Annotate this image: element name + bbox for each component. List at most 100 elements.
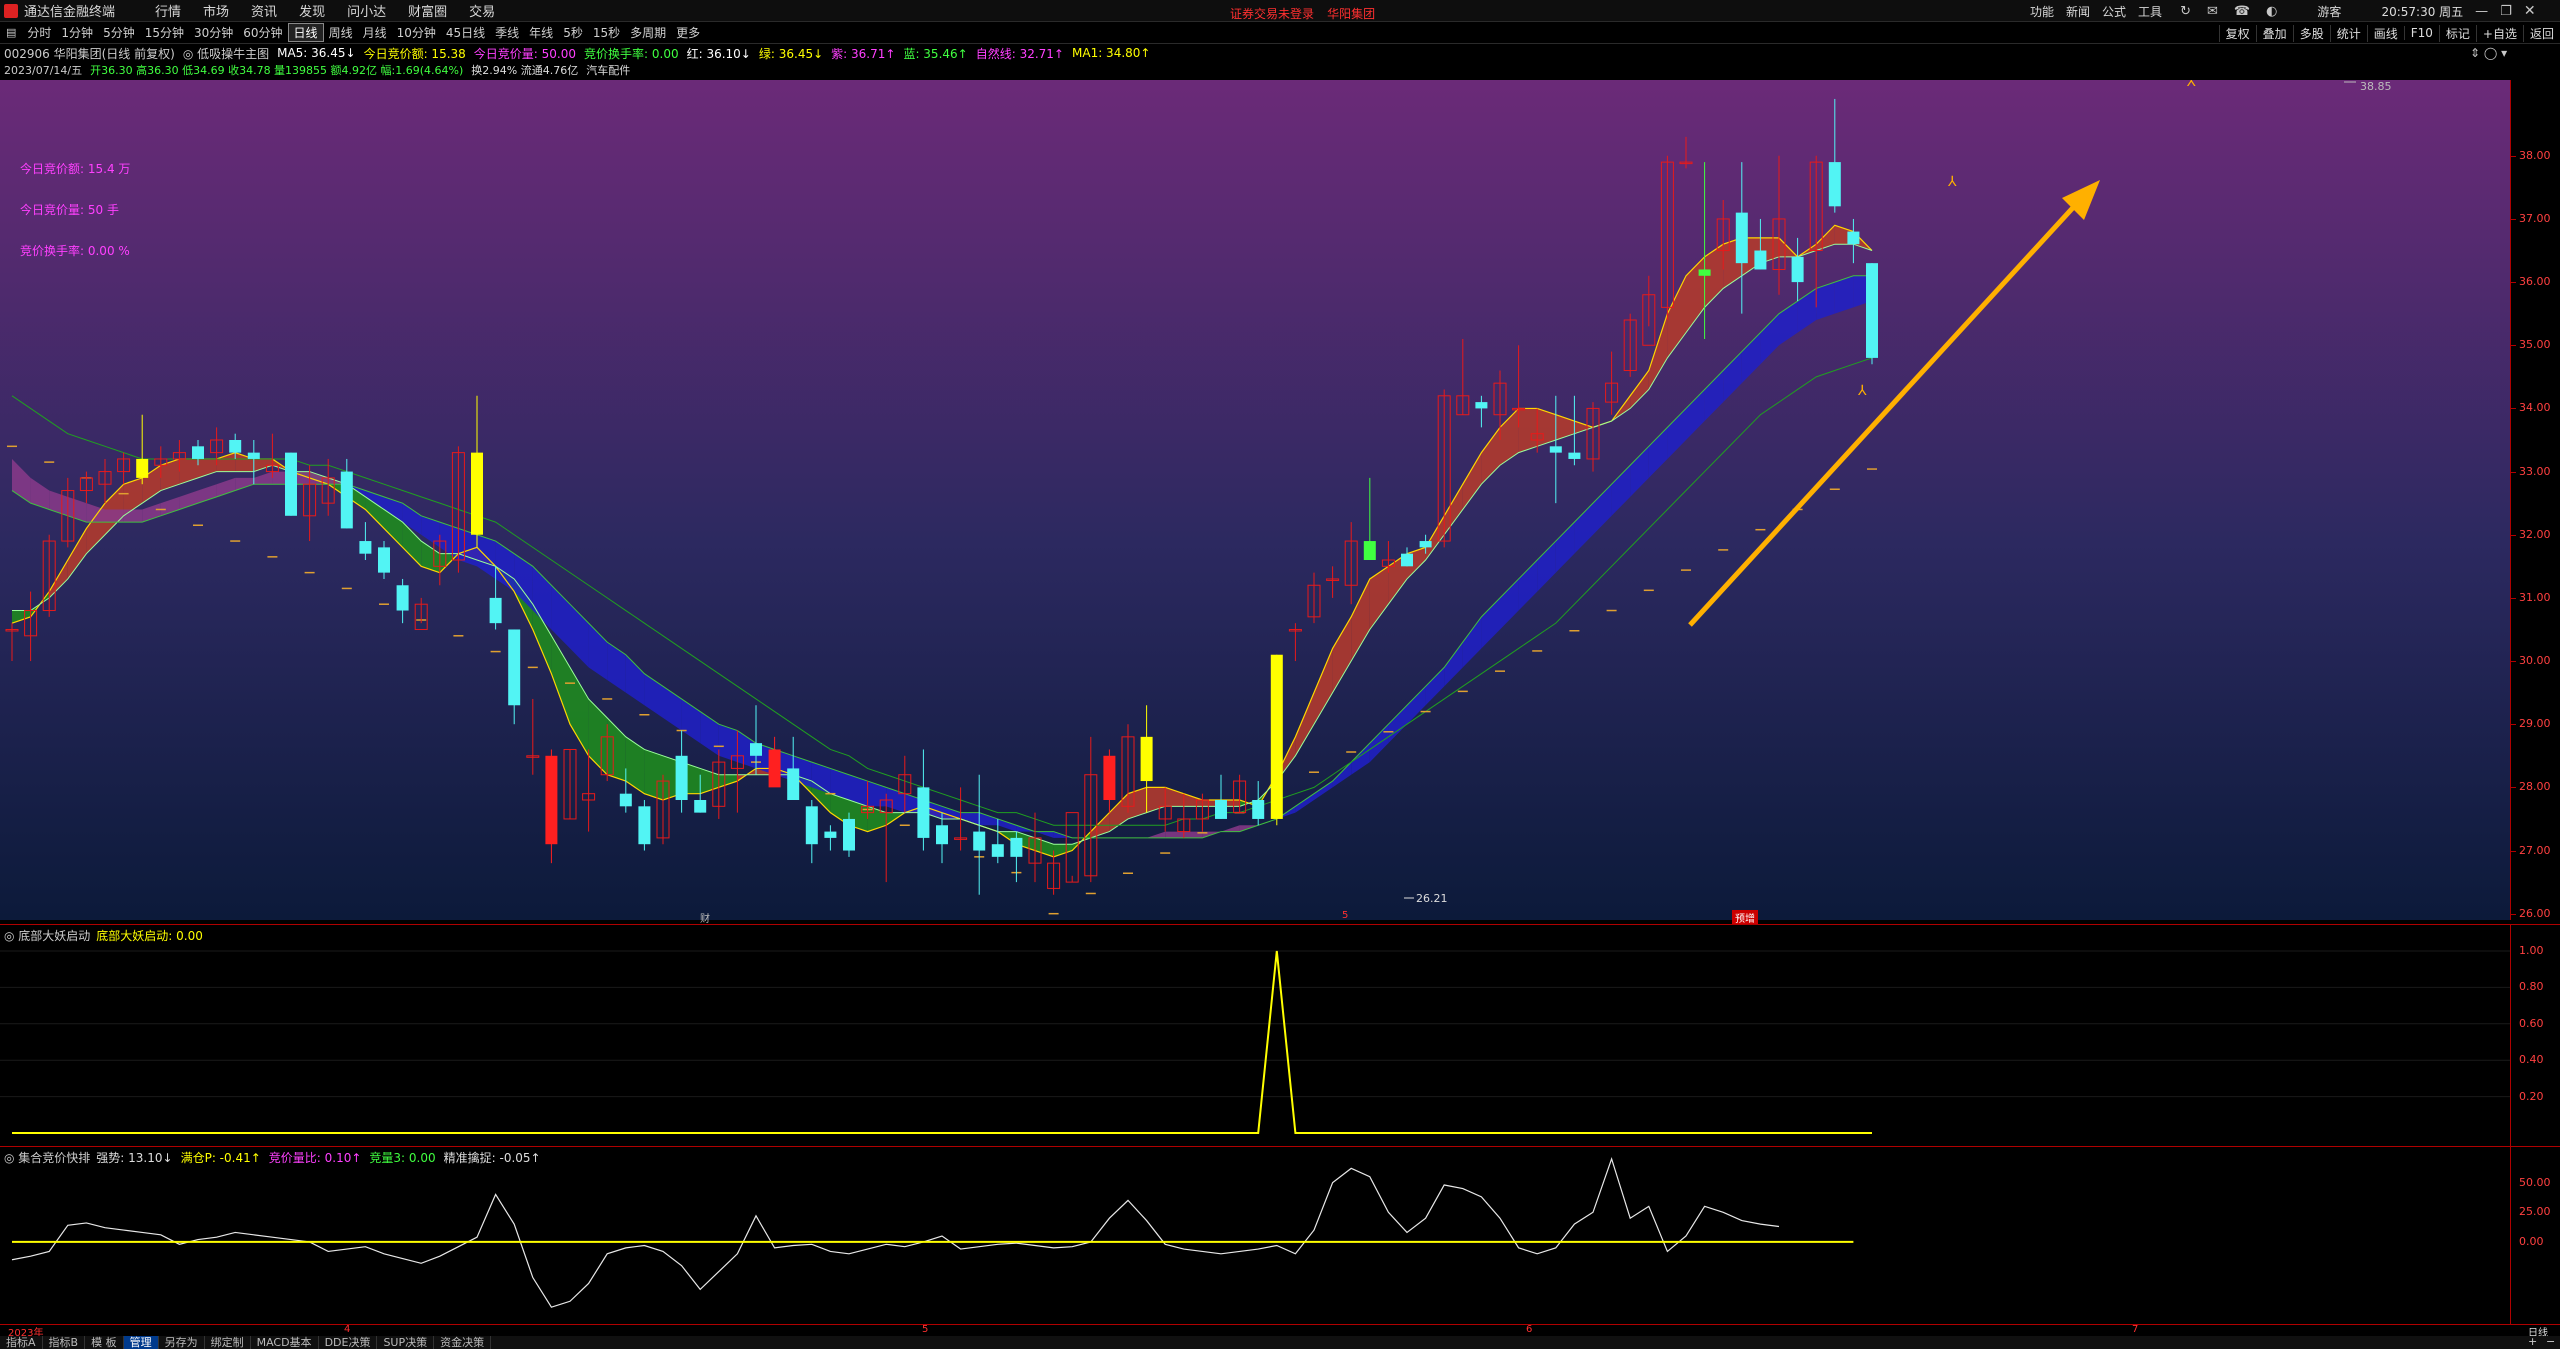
menu-hangqing[interactable]: 行情	[155, 1, 181, 20]
period-0[interactable]: 分时	[22, 24, 56, 41]
candle-body	[508, 629, 521, 706]
main-chart[interactable]: ⅄ ⅄ ⅄ 今日竞价额: 15.4 万 今日竞价量: 50 手 竞价换手率: 0.0…	[0, 74, 2510, 925]
period-menu-icon[interactable]: ▤	[6, 26, 16, 39]
login-notice[interactable]: 证券交易未登录	[1230, 7, 1314, 21]
panel-buttons[interactable]: ⇕ ◯ ▾	[2470, 46, 2507, 60]
message-icon[interactable]: ✉	[2207, 4, 2218, 19]
tab-2[interactable]: 模 板	[85, 1336, 124, 1349]
toolbar-btn-0[interactable]: 复权	[2218, 24, 2256, 42]
toolbar-btn-6[interactable]: 标记	[2438, 24, 2476, 42]
toolbar-btn-4[interactable]: 画线	[2366, 24, 2404, 42]
price-tick-mark	[2511, 724, 2516, 726]
price-tick-9: 29.00	[2519, 717, 2551, 731]
tab-8[interactable]: SUP决策	[377, 1336, 435, 1349]
date-label-7: 7	[2132, 1324, 2139, 1335]
tab-9[interactable]: 资金决策	[434, 1336, 492, 1349]
price-tick-mark	[2511, 471, 2516, 473]
tab-7[interactable]: DDE决策	[319, 1336, 378, 1349]
period-16[interactable]: 更多	[671, 24, 705, 41]
candle-body	[471, 452, 483, 535]
candle[interactable]	[1270, 654, 1283, 826]
candle-body	[675, 755, 688, 800]
candle[interactable]	[638, 800, 651, 851]
tab-0[interactable]: 指标A	[0, 1336, 43, 1349]
tab-1[interactable]: 指标B	[43, 1336, 86, 1349]
phone-icon[interactable]: ☎	[2234, 4, 2250, 19]
zoom-out-icon[interactable]: −	[2546, 1335, 2555, 1348]
menu-gongshi[interactable]: 公式	[2102, 3, 2126, 20]
menu-caifuquan[interactable]: 财富圈	[408, 1, 447, 20]
toolbar-btn-8[interactable]: 返回	[2522, 24, 2560, 42]
price-tick-mark	[2511, 850, 2516, 852]
menu-gongneng[interactable]: 功能	[2030, 3, 2054, 20]
ind1-title[interactable]: ◎ 底部大妖启动	[4, 927, 90, 944]
close-icon[interactable]: ✕	[2524, 3, 2536, 19]
toolbar-btn-5[interactable]: F10	[2403, 26, 2439, 40]
candle[interactable]	[843, 812, 855, 857]
period-6[interactable]: 日线	[287, 23, 324, 42]
period-5[interactable]: 60分钟	[238, 24, 287, 41]
period-13[interactable]: 5秒	[558, 24, 588, 41]
info1-11: MA1: 34.80↑	[1072, 46, 1151, 60]
period-2[interactable]: 5分钟	[98, 24, 140, 41]
candle-body	[545, 755, 558, 845]
toolbar-btn-7[interactable]: +自选	[2475, 24, 2523, 42]
minimize-icon[interactable]: —	[2475, 4, 2488, 19]
info1-0: 002906 华阳集团(日线 前复权)	[4, 46, 175, 61]
period-4[interactable]: 30分钟	[189, 24, 238, 41]
menu-wenxiaoda[interactable]: 问小达	[347, 1, 386, 20]
price-tick-mark	[2511, 534, 2516, 536]
indicator-auction-rank[interactable]: ◎ 集合竞价快排 强势: 13.10↓ 满仓P: -0.41↑ 竞价量比: 0.…	[0, 1146, 2510, 1324]
event-tag-cai[interactable]: 财	[700, 910, 710, 925]
ind1-line	[12, 950, 1872, 1134]
menu-jiaoyi[interactable]: 交易	[469, 1, 495, 20]
tab-6[interactable]: MACD基本	[251, 1336, 319, 1349]
toolbar-btn-2[interactable]: 多股	[2292, 24, 2330, 42]
zoom-in-icon[interactable]: +	[2528, 1335, 2537, 1348]
menu-zixun[interactable]: 资讯	[251, 1, 277, 20]
candle-body	[136, 458, 149, 478]
ind2-white-line	[11, 1156, 1780, 1308]
price-tick-0: 38.00	[2519, 148, 2551, 162]
candle-body	[694, 800, 707, 813]
candle[interactable]	[1866, 263, 1878, 365]
indicator-bottom-demon[interactable]: ◎ 底部大妖启动 底部大妖启动: 0.00	[0, 924, 2510, 1146]
menu-faxian[interactable]: 发现	[299, 1, 325, 20]
candle[interactable]	[285, 452, 297, 516]
period-9[interactable]: 10分钟	[392, 24, 441, 41]
price-axis: 38.00 37.00 36.00 35.00 34.00 33.00 32.00 31.00…	[2510, 80, 2560, 920]
event-tag-5[interactable]: 5	[1342, 910, 1348, 921]
menu-shichang[interactable]: 市场	[203, 1, 229, 20]
period-3[interactable]: 15分钟	[140, 24, 189, 41]
candle-body	[1140, 736, 1153, 782]
tab-4[interactable]: 另存为	[159, 1336, 205, 1349]
maximize-icon[interactable]: ❐	[2500, 4, 2512, 19]
period-8[interactable]: 月线	[358, 24, 392, 41]
skin-icon[interactable]: ◐	[2266, 4, 2277, 19]
period-12[interactable]: 年线	[524, 24, 558, 41]
candlestick-chart[interactable]: ⅄ ⅄ ⅄	[0, 74, 2510, 920]
candle-body	[973, 831, 986, 851]
info2-0: 2023/07/14/五	[4, 64, 83, 77]
period-1[interactable]: 1分钟	[56, 24, 98, 41]
menu-gongju[interactable]: 工具	[2138, 3, 2162, 20]
ind2-title[interactable]: ◎ 集合竞价快排	[4, 1149, 90, 1166]
tab-3[interactable]: 管理	[123, 1336, 159, 1349]
refresh-icon[interactable]: ↻	[2180, 4, 2191, 19]
period-14[interactable]: 15秒	[588, 24, 625, 41]
candle-body	[1754, 250, 1767, 270]
info1-1[interactable]: ◎ 低吸操牛主图	[183, 45, 269, 62]
user-label[interactable]: 游客	[2317, 3, 2341, 20]
period-7[interactable]: 周线	[324, 24, 358, 41]
toolbar-btn-3[interactable]: 统计	[2329, 24, 2367, 42]
period-10[interactable]: 45日线	[441, 24, 490, 41]
event-tag-yuzeng[interactable]: 预增	[1732, 910, 1758, 925]
toolbar-btn-1[interactable]: 叠加	[2255, 24, 2293, 42]
price-tick-mark	[2511, 282, 2516, 284]
price-tick-mark	[2511, 218, 2516, 220]
period-11[interactable]: 季线	[490, 24, 524, 41]
price-tick-mark	[2511, 661, 2516, 663]
period-15[interactable]: 多周期	[625, 24, 671, 41]
menu-xinwen[interactable]: 新闻	[2066, 3, 2090, 20]
tab-5[interactable]: 绑定制	[205, 1336, 251, 1349]
